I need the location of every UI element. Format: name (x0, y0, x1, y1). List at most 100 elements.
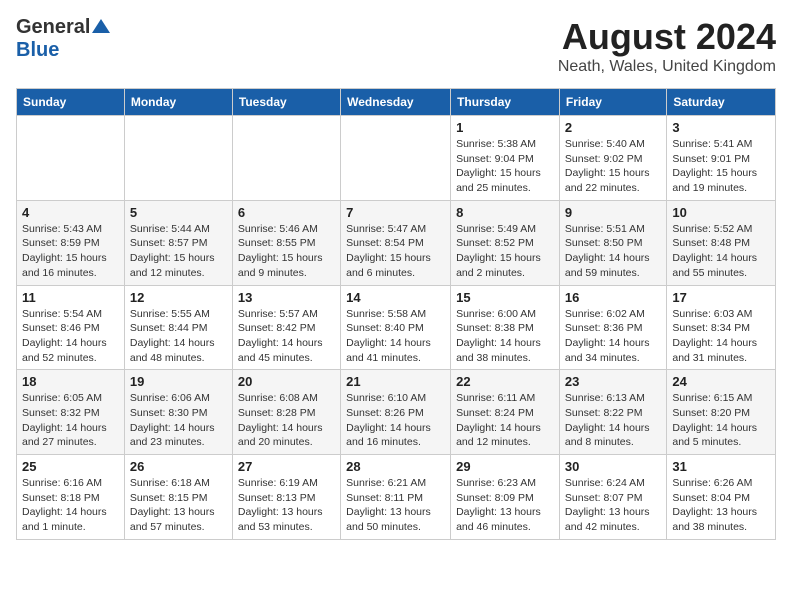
week-row-5: 25Sunrise: 6:16 AMSunset: 8:18 PMDayligh… (17, 455, 776, 540)
calendar-cell: 16Sunrise: 6:02 AMSunset: 8:36 PMDayligh… (559, 285, 666, 370)
day-number: 28 (346, 459, 445, 474)
calendar-cell: 19Sunrise: 6:06 AMSunset: 8:30 PMDayligh… (124, 370, 232, 455)
calendar-cell: 30 Sunrise: 6:24 AMSunset: 8:07 PMDayligh… (559, 455, 666, 540)
day-detail: Sunrise: 5:44 AMSunset: 8:57 PMDaylight:… (130, 222, 227, 281)
day-detail: Sunrise: 5:41 AMSunset: 9:01 PMDaylight:… (672, 137, 770, 196)
day-number: 30 (565, 459, 661, 474)
calendar-cell (232, 116, 340, 201)
day-number: 23 (565, 374, 661, 389)
calendar-cell: 2 Sunrise: 5:40 AMSunset: 9:02 PMDaylight… (559, 116, 666, 201)
calendar-cell: 5 Sunrise: 5:44 AMSunset: 8:57 PMDaylight… (124, 200, 232, 285)
calendar-cell: 25Sunrise: 6:16 AMSunset: 8:18 PMDayligh… (17, 455, 125, 540)
calendar-cell: 23 Sunrise: 6:13 AMSunset: 8:22 PMDayligh… (559, 370, 666, 455)
day-detail: Sunrise: 6:13 AMSunset: 8:22 PMDaylight:… (565, 391, 661, 450)
calendar-cell: 27Sunrise: 6:19 AMSunset: 8:13 PMDayligh… (232, 455, 340, 540)
logo-triangle-icon (92, 17, 110, 35)
day-detail: Sunrise: 6:08 AMSunset: 8:28 PMDaylight:… (238, 391, 335, 450)
day-detail: Sunrise: 5:58 AMSunset: 8:40 PMDaylight:… (346, 307, 445, 366)
calendar-cell: 14Sunrise: 5:58 AMSunset: 8:40 PMDayligh… (341, 285, 451, 370)
day-number: 16 (565, 290, 661, 305)
day-detail: Sunrise: 5:52 AMSunset: 8:48 PMDaylight:… (672, 222, 770, 281)
day-detail: Sunrise: 6:03 AMSunset: 8:34 PMDaylight:… (672, 307, 770, 366)
week-row-2: 4 Sunrise: 5:43 AMSunset: 8:59 PMDaylight… (17, 200, 776, 285)
calendar-cell: 31 Sunrise: 6:26 AMSunset: 8:04 PMDayligh… (667, 455, 776, 540)
calendar-cell: 18 Sunrise: 6:05 AMSunset: 8:32 PMDayligh… (17, 370, 125, 455)
weekday-header-tuesday: Tuesday (232, 89, 340, 116)
weekday-header-saturday: Saturday (667, 89, 776, 116)
calendar-cell: 13 Sunrise: 5:57 AMSunset: 8:42 PMDayligh… (232, 285, 340, 370)
day-number: 10 (672, 205, 770, 220)
calendar-cell (124, 116, 232, 201)
weekday-header-thursday: Thursday (451, 89, 560, 116)
page-header: General Blue August 2024 Neath, Wales, U… (16, 16, 776, 76)
day-detail: Sunrise: 6:19 AMSunset: 8:13 PMDaylight:… (238, 476, 335, 535)
calendar-cell: 4 Sunrise: 5:43 AMSunset: 8:59 PMDaylight… (17, 200, 125, 285)
day-detail: Sunrise: 6:26 AMSunset: 8:04 PMDaylight:… (672, 476, 770, 535)
title-area: August 2024 Neath, Wales, United Kingdom (558, 16, 776, 76)
month-year-title: August 2024 (558, 16, 776, 58)
calendar-cell: 28Sunrise: 6:21 AMSunset: 8:11 PMDayligh… (341, 455, 451, 540)
week-row-3: 11 Sunrise: 5:54 AMSunset: 8:46 PMDayligh… (17, 285, 776, 370)
calendar-header-row: SundayMondayTuesdayWednesdayThursdayFrid… (17, 89, 776, 116)
calendar-cell: 21 Sunrise: 6:10 AMSunset: 8:26 PMDayligh… (341, 370, 451, 455)
day-detail: Sunrise: 6:10 AMSunset: 8:26 PMDaylight:… (346, 391, 445, 450)
day-detail: Sunrise: 5:54 AMSunset: 8:46 PMDaylight:… (22, 307, 119, 366)
calendar-cell: 15 Sunrise: 6:00 AMSunset: 8:38 PMDayligh… (451, 285, 560, 370)
day-number: 11 (22, 290, 119, 305)
day-number: 22 (456, 374, 554, 389)
day-number: 8 (456, 205, 554, 220)
day-detail: Sunrise: 5:51 AMSunset: 8:50 PMDaylight:… (565, 222, 661, 281)
day-number: 24 (672, 374, 770, 389)
day-detail: Sunrise: 6:24 AMSunset: 8:07 PMDaylight:… (565, 476, 661, 535)
day-detail: Sunrise: 5:46 AMSunset: 8:55 PMDaylight:… (238, 222, 335, 281)
calendar-cell: 24 Sunrise: 6:15 AMSunset: 8:20 PMDayligh… (667, 370, 776, 455)
calendar-cell (17, 116, 125, 201)
day-detail: Sunrise: 5:40 AMSunset: 9:02 PMDaylight:… (565, 137, 661, 196)
day-number: 26 (130, 459, 227, 474)
calendar-table: SundayMondayTuesdayWednesdayThursdayFrid… (16, 88, 776, 540)
calendar-cell: 12Sunrise: 5:55 AMSunset: 8:44 PMDayligh… (124, 285, 232, 370)
day-detail: Sunrise: 6:05 AMSunset: 8:32 PMDaylight:… (22, 391, 119, 450)
calendar-cell: 9 Sunrise: 5:51 AMSunset: 8:50 PMDaylight… (559, 200, 666, 285)
day-number: 9 (565, 205, 661, 220)
day-detail: Sunrise: 5:47 AMSunset: 8:54 PMDaylight:… (346, 222, 445, 281)
day-detail: Sunrise: 5:55 AMSunset: 8:44 PMDaylight:… (130, 307, 227, 366)
weekday-header-friday: Friday (559, 89, 666, 116)
day-detail: Sunrise: 6:00 AMSunset: 8:38 PMDaylight:… (456, 307, 554, 366)
calendar-cell: 29Sunrise: 6:23 AMSunset: 8:09 PMDayligh… (451, 455, 560, 540)
day-detail: Sunrise: 6:18 AMSunset: 8:15 PMDaylight:… (130, 476, 227, 535)
calendar-cell: 11 Sunrise: 5:54 AMSunset: 8:46 PMDayligh… (17, 285, 125, 370)
day-detail: Sunrise: 6:15 AMSunset: 8:20 PMDaylight:… (672, 391, 770, 450)
day-detail: Sunrise: 5:38 AMSunset: 9:04 PMDaylight:… (456, 137, 554, 196)
day-number: 13 (238, 290, 335, 305)
day-number: 21 (346, 374, 445, 389)
day-number: 29 (456, 459, 554, 474)
logo-blue-text: Blue (16, 39, 59, 62)
calendar-cell: 17Sunrise: 6:03 AMSunset: 8:34 PMDayligh… (667, 285, 776, 370)
day-detail: Sunrise: 5:57 AMSunset: 8:42 PMDaylight:… (238, 307, 335, 366)
weekday-header-monday: Monday (124, 89, 232, 116)
day-number: 19 (130, 374, 227, 389)
day-number: 2 (565, 120, 661, 135)
logo: General Blue (16, 16, 110, 62)
day-detail: Sunrise: 5:43 AMSunset: 8:59 PMDaylight:… (22, 222, 119, 281)
day-number: 25 (22, 459, 119, 474)
calendar-cell: 10 Sunrise: 5:52 AMSunset: 8:48 PMDayligh… (667, 200, 776, 285)
calendar-cell: 20Sunrise: 6:08 AMSunset: 8:28 PMDayligh… (232, 370, 340, 455)
day-number: 4 (22, 205, 119, 220)
day-number: 31 (672, 459, 770, 474)
day-number: 3 (672, 120, 770, 135)
logo-general-text: General (16, 16, 90, 39)
week-row-4: 18 Sunrise: 6:05 AMSunset: 8:32 PMDayligh… (17, 370, 776, 455)
calendar-cell: 3 Sunrise: 5:41 AMSunset: 9:01 PMDaylight… (667, 116, 776, 201)
calendar-cell: 7Sunrise: 5:47 AMSunset: 8:54 PMDaylight… (341, 200, 451, 285)
day-number: 15 (456, 290, 554, 305)
day-detail: Sunrise: 6:11 AMSunset: 8:24 PMDaylight:… (456, 391, 554, 450)
calendar-cell: 6Sunrise: 5:46 AMSunset: 8:55 PMDaylight… (232, 200, 340, 285)
weekday-header-sunday: Sunday (17, 89, 125, 116)
calendar-cell (341, 116, 451, 201)
day-number: 5 (130, 205, 227, 220)
day-number: 18 (22, 374, 119, 389)
day-number: 1 (456, 120, 554, 135)
calendar-cell: 1 Sunrise: 5:38 AMSunset: 9:04 PMDaylight… (451, 116, 560, 201)
